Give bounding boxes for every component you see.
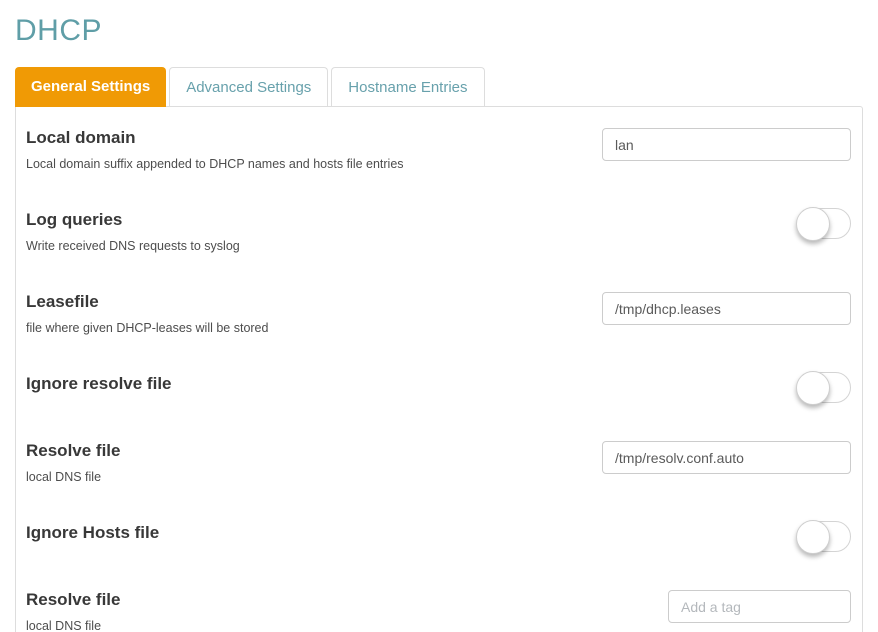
resolve-file-input[interactable] [602, 441, 851, 474]
toggle-knob [796, 520, 830, 554]
toggle-knob [796, 371, 830, 405]
field-label: Resolve file [26, 590, 121, 609]
toggle-knob [796, 207, 830, 241]
dhcp-settings-page: DHCP General Settings Advanced Settings … [0, 14, 878, 632]
field-label: Ignore Hosts file [26, 523, 160, 542]
tab-advanced-settings[interactable]: Advanced Settings [169, 67, 329, 106]
field-label: Log queries [26, 210, 123, 229]
tab-hostname-entries[interactable]: Hostname Entries [331, 67, 485, 106]
field-label: Leasefile [26, 292, 99, 311]
form-row-ignore-resolve-file: Ignore resolve file [16, 353, 862, 420]
form-row-resolve-file: Resolve file local DNS file [16, 420, 862, 502]
ignore-hosts-file-toggle[interactable] [796, 520, 851, 554]
field-description: local DNS file [26, 470, 102, 484]
form-row-resolve-file-tag: Resolve file local DNS file [16, 569, 862, 632]
leasefile-input[interactable] [602, 292, 851, 325]
field-text-group: Resolve file local DNS file [26, 441, 121, 485]
settings-tab-bar: General Settings Advanced Settings Hostn… [15, 67, 863, 107]
field-description: Write received DNS requests to syslog [26, 239, 240, 253]
field-text-group: Local domain Local domain suffix appende… [26, 128, 404, 172]
field-text-group: Resolve file local DNS file [26, 590, 121, 632]
page-title: DHCP [15, 14, 103, 47]
resolve-file-tag-input[interactable] [668, 590, 851, 623]
field-label: Resolve file [26, 441, 121, 460]
form-row-log-queries: Log queries Write received DNS requests … [16, 189, 862, 271]
local-domain-input[interactable] [602, 128, 851, 161]
ignore-resolve-file-toggle[interactable] [796, 371, 851, 405]
form-row-local-domain: Local domain Local domain suffix appende… [16, 107, 862, 189]
field-description: file where given DHCP-leases will be sto… [26, 321, 269, 335]
tab-general-settings[interactable]: General Settings [15, 67, 167, 107]
field-label: Ignore resolve file [26, 374, 172, 393]
form-row-leasefile: Leasefile file where given DHCP-leases w… [16, 271, 862, 353]
field-text-group: Ignore resolve file [26, 374, 172, 394]
form-row-ignore-hosts-file: Ignore Hosts file [16, 502, 862, 569]
log-queries-toggle[interactable] [796, 207, 851, 241]
field-text-group: Ignore Hosts file [26, 523, 159, 543]
field-description: local DNS file [26, 619, 102, 632]
general-settings-panel: Local domain Local domain suffix appende… [15, 106, 863, 632]
field-text-group: Leasefile file where given DHCP-leases w… [26, 292, 268, 336]
field-description: Local domain suffix appended to DHCP nam… [26, 157, 404, 171]
field-label: Local domain [26, 128, 136, 147]
field-text-group: Log queries Write received DNS requests … [26, 210, 240, 254]
